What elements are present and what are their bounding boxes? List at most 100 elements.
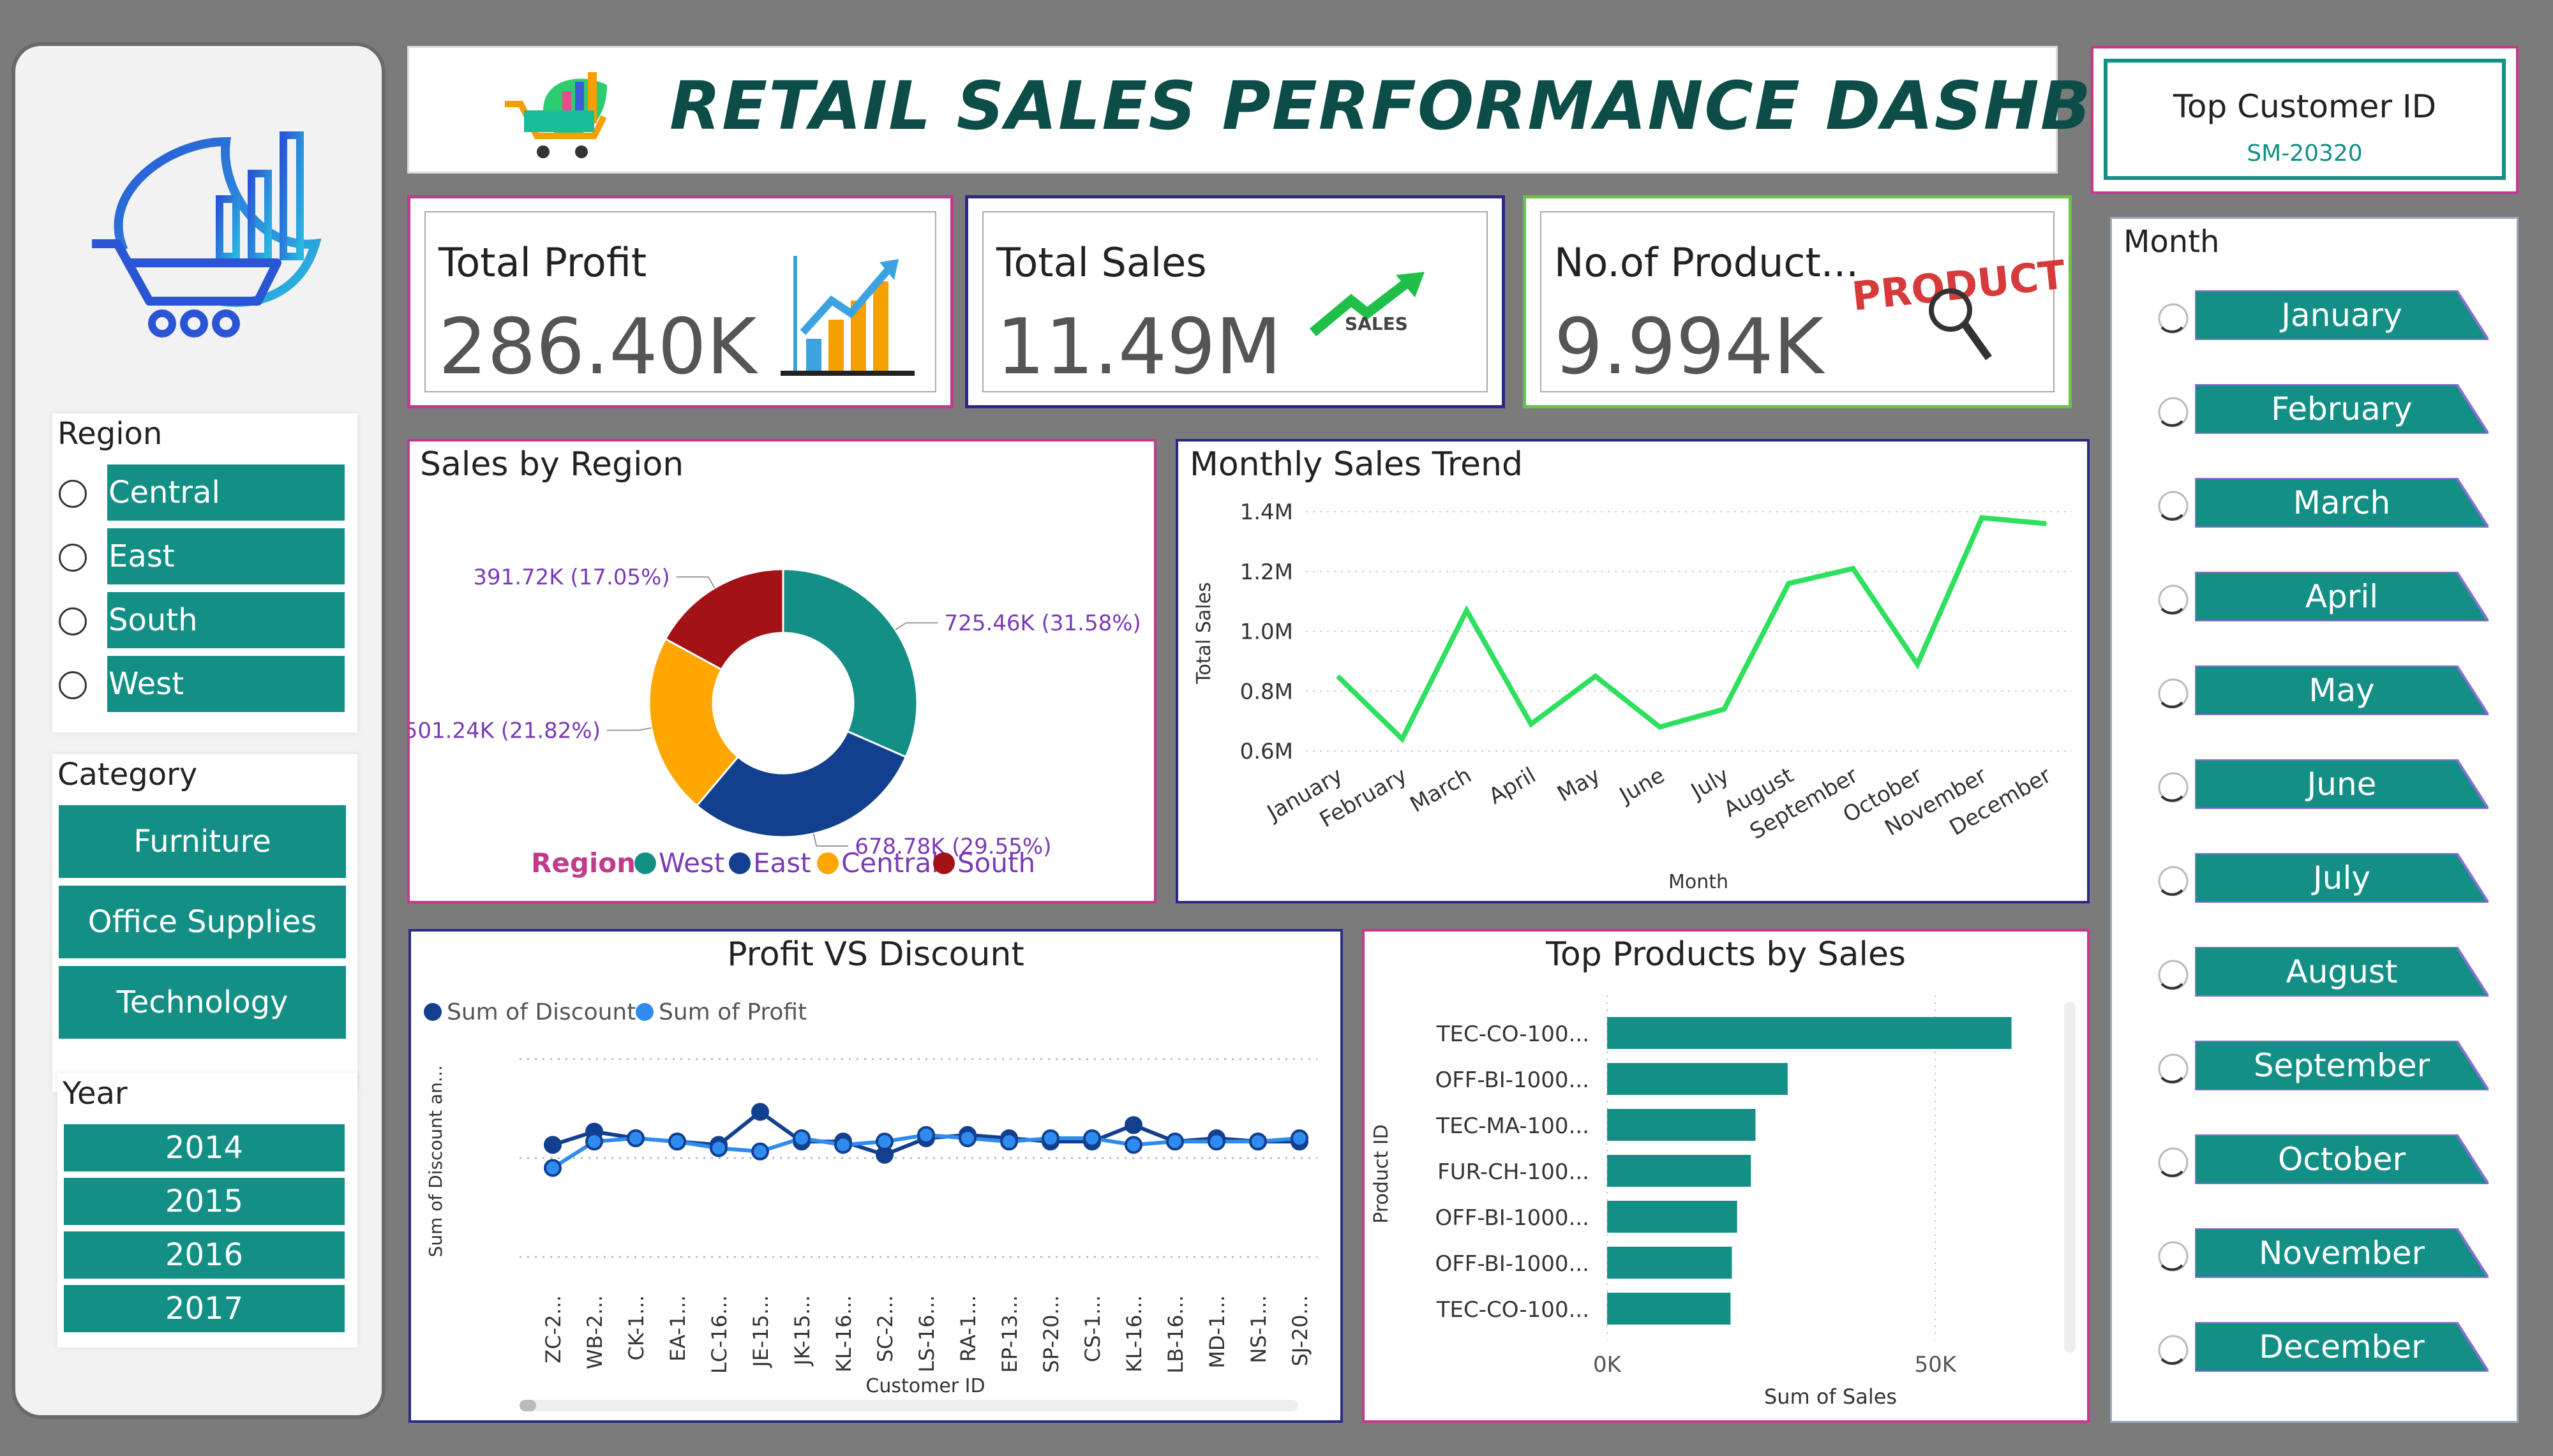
month-button-february[interactable]: February	[2195, 384, 2489, 434]
kpi-card-total-sales: Total Sales 11.49M SALES	[965, 195, 1505, 408]
donut-leader-line	[606, 727, 652, 731]
category-button-furniture[interactable]: Furniture	[59, 805, 346, 878]
trend-point	[2046, 523, 2047, 524]
product-bar	[1607, 1247, 1732, 1279]
sales-trend-line	[1336, 515, 2047, 743]
month-button-may[interactable]: May	[2195, 665, 2489, 715]
region-option-label: East	[107, 528, 345, 584]
series-marker	[544, 1136, 562, 1154]
series-marker	[1166, 1133, 1184, 1151]
year-button-2014[interactable]: 2014	[64, 1124, 345, 1171]
series-marker	[585, 1133, 603, 1151]
month-radio-icon[interactable]	[2157, 302, 2190, 335]
y-tick-label: OFF-BI-1000...	[1435, 1251, 1589, 1277]
month-slicer: Month January February March April May June Ju…	[2110, 217, 2519, 1423]
year-button-2017[interactable]: 2017	[64, 1285, 345, 1332]
vertical-scrollbar[interactable]	[2064, 1002, 2076, 1353]
x-tick-label: LB-16...	[1164, 1295, 1188, 1374]
x-axis-title: Month	[1668, 871, 1728, 893]
series-marker	[959, 1129, 977, 1147]
month-radio-icon[interactable]	[2157, 396, 2190, 429]
product-bar	[1607, 1155, 1751, 1187]
series-marker	[544, 1159, 562, 1177]
month-button-november[interactable]: November	[2195, 1228, 2489, 1278]
month-button-march[interactable]: March	[2195, 478, 2489, 528]
series-marker	[917, 1125, 935, 1144]
x-tick-label: KL-16...	[832, 1295, 856, 1372]
magnifier-icon	[1929, 288, 1992, 360]
month-button-december[interactable]: December	[2195, 1322, 2489, 1372]
region-donut-plot: 725.46K (31.58%)678.78K (29.55%)501.24K …	[410, 565, 1141, 859]
month-button-august[interactable]: August	[2195, 947, 2489, 997]
month-radio-icon[interactable]	[2157, 489, 2190, 523]
category-button-office-supplies[interactable]: Office Supplies	[59, 886, 346, 958]
x-tick-label: June	[1614, 762, 1669, 809]
x-tick-label: JE-15...	[749, 1295, 773, 1368]
region-option-south[interactable]: South	[59, 592, 352, 648]
kpi-card-product-count: No.of Product... 9.994K PRODUCT	[1523, 195, 2072, 408]
top-customer-value: SM-20320	[2247, 140, 2363, 167]
legend-swatch-south	[933, 852, 955, 874]
category-button-technology[interactable]: Technology	[59, 966, 346, 1039]
series-marker	[1291, 1129, 1308, 1147]
product-bar	[1607, 1109, 1756, 1141]
region-option-east[interactable]: East	[59, 528, 352, 584]
x-tick-label: KL-16...	[1122, 1295, 1146, 1372]
year-button-2016[interactable]: 2016	[64, 1231, 345, 1279]
month-radio-icon[interactable]	[2157, 958, 2190, 992]
x-tick-label: ZC-2...	[541, 1295, 565, 1363]
month-radio-icon[interactable]	[2157, 583, 2190, 616]
trend-point	[1723, 708, 1725, 710]
month-radio-icon[interactable]	[2157, 771, 2190, 804]
cart-chart-logo-icon	[92, 131, 322, 338]
month-button-july[interactable]: July	[2195, 853, 2489, 903]
region-option-west[interactable]: West	[59, 656, 352, 712]
month-radio-icon[interactable]	[2157, 1333, 2190, 1367]
x-tick-label: RA-1...	[956, 1295, 980, 1362]
product-bar	[1607, 1063, 1788, 1095]
month-button-january[interactable]: January	[2195, 290, 2489, 340]
month-button-label: August	[2286, 953, 2398, 990]
year-button-2015[interactable]: 2015	[64, 1178, 345, 1225]
y-tick-label: 1.4M	[1240, 500, 1293, 525]
radio-icon[interactable]	[59, 607, 87, 635]
radio-icon[interactable]	[59, 671, 87, 699]
series-marker	[876, 1133, 894, 1151]
product-bar	[1607, 1017, 2012, 1049]
radio-icon[interactable]	[59, 480, 87, 508]
donut-leader-line	[676, 576, 715, 588]
y-tick-label: OFF-BI-1000...	[1435, 1067, 1589, 1093]
top-products-chart: Top Products by Sales 0K 50K TEC-CO-100...…	[1362, 929, 2090, 1423]
top-customer-card: Top Customer ID SM-20320	[2091, 46, 2519, 194]
series-marker	[751, 1142, 769, 1161]
month-radio-icon[interactable]	[2157, 1052, 2190, 1085]
month-radio-icon[interactable]	[2157, 1240, 2190, 1273]
month-button-label: April	[2305, 578, 2379, 615]
trend-point	[1917, 664, 1919, 665]
y-tick-label: TEC-CO-100...	[1436, 1021, 1589, 1047]
month-button-april[interactable]: April	[2195, 572, 2489, 621]
month-button-september[interactable]: September	[2195, 1041, 2489, 1090]
x-tick-label: CS-1...	[1081, 1295, 1105, 1362]
profit-vs-discount-chart: Profit VS Discount Sum of Discount Sum of…	[408, 929, 1343, 1423]
legend-label-east: East	[753, 847, 811, 879]
scrollbar-thumb[interactable]	[520, 1400, 536, 1411]
product-bar	[1607, 1201, 1737, 1233]
legend-label-profit: Sum of Profit	[659, 999, 807, 1025]
month-radio-icon[interactable]	[2157, 865, 2190, 898]
x-tick-label: March	[1406, 762, 1476, 817]
radio-icon[interactable]	[59, 544, 87, 572]
horizontal-scrollbar[interactable]	[520, 1400, 1298, 1411]
series-marker	[1125, 1116, 1142, 1134]
region-option-central[interactable]: Central	[59, 464, 352, 521]
y-tick-label: 1.2M	[1240, 560, 1293, 585]
month-button-june[interactable]: June	[2195, 759, 2489, 809]
month-radio-icon[interactable]	[2157, 677, 2190, 710]
legend-swatch-discount	[424, 1003, 442, 1021]
trend-point	[1594, 675, 1596, 677]
x-tick-label: LS-16...	[915, 1295, 939, 1372]
month-button-october[interactable]: October	[2195, 1134, 2489, 1184]
series-marker	[668, 1133, 686, 1151]
month-radio-icon[interactable]	[2157, 1146, 2190, 1179]
x-tick-label: SC-2...	[873, 1295, 897, 1362]
